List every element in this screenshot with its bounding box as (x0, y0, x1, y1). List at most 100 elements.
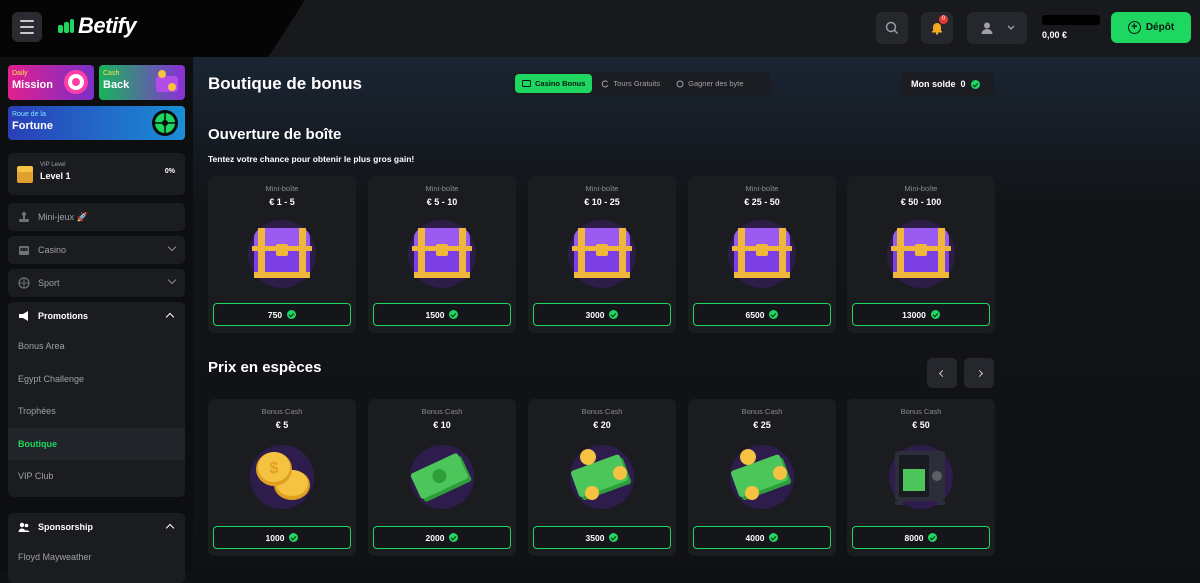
search-icon (885, 21, 898, 34)
treasure-chest-icon (248, 220, 316, 288)
shop-tabs: Casino Bonus Tours Gratuits Gagner des b… (513, 72, 771, 95)
buy-button[interactable]: 3000 (533, 303, 671, 326)
sponsorship-toggle[interactable]: Sponsorship (8, 513, 185, 541)
balance-currency-bar[interactable] (1042, 15, 1100, 25)
chevron-up-icon (165, 523, 175, 533)
buy-button[interactable]: 4000 (693, 526, 831, 549)
sidebar-group-sponsorship: Sponsorship Floyd Mayweather (8, 513, 185, 583)
vip-level-card[interactable]: VIP Level Level 1 0% (8, 153, 185, 195)
wallet-balance: 0,00 € (1042, 30, 1068, 40)
byte-coin-icon (609, 533, 619, 542)
treasure-chest-icon (887, 220, 955, 288)
top-header: Betify 0 0,00 € + Dépôt (0, 0, 1200, 57)
box-card[interactable]: Mini-boîte € 25 - 50 6500 (688, 176, 836, 333)
hamburger-menu-button[interactable] (12, 12, 42, 42)
buy-button[interactable]: 750 (213, 303, 351, 326)
cash-card[interactable]: Bonus Cash € 10 2000 (368, 399, 516, 556)
sidebar-item-sport[interactable]: Sport (8, 269, 185, 297)
sidebar-item-boutique[interactable]: Boutique (8, 427, 185, 460)
target-icon (64, 70, 88, 94)
safe-icon (889, 445, 953, 509)
cash-card[interactable]: Bonus Cash € 20 3500 (528, 399, 676, 556)
refresh-icon (602, 79, 609, 87)
basketball-icon (18, 277, 30, 289)
box-card[interactable]: Mini-boîte € 1 - 5 750 (208, 176, 356, 333)
deposit-button[interactable]: + Dépôt (1111, 12, 1191, 43)
byte-coin-icon (449, 533, 459, 542)
chevron-down-icon (167, 275, 177, 285)
chevron-right-icon (975, 369, 983, 377)
roue-de-la-fortune-card[interactable]: Roue de la Fortune (8, 106, 185, 140)
cash-card[interactable]: Bonus Cash € 50 8000 (847, 399, 995, 556)
sidebar-item-casino[interactable]: Casino (8, 236, 185, 264)
byte-coin-icon (970, 79, 980, 89)
vip-progress-percent: 0% (164, 168, 175, 175)
wallet-icon (156, 70, 178, 92)
treasure-chest-icon (408, 220, 476, 288)
chevron-down-icon (167, 242, 177, 252)
cash-and-coins-icon (570, 445, 634, 509)
notification-badge: 0 (939, 15, 948, 24)
sidebar-item-floyd-mayweather[interactable]: Floyd Mayweather (8, 541, 185, 574)
byte-coin-icon (769, 533, 779, 542)
tab-casino-bonus[interactable]: Casino Bonus (515, 74, 593, 93)
my-balance: Mon solde 0 (901, 72, 994, 96)
notifications-button[interactable]: 0 (921, 12, 953, 44)
carousel-prev-button[interactable] (927, 358, 957, 388)
sidebar-group-promotions: Promotions Bonus Area Egypt Challenge Tr… (8, 302, 185, 497)
sidebar-item-egypt-challenge[interactable]: Egypt Challenge (8, 363, 185, 396)
tab-gagner-des-byte[interactable]: Gagner des byte (669, 74, 750, 93)
logo-mark-icon (58, 19, 74, 33)
byte-coin-icon (928, 533, 938, 542)
slot-machine-icon (19, 246, 29, 255)
betify-logo[interactable]: Betify (58, 13, 137, 39)
sidebar-item-vip-club[interactable]: VIP Club (8, 460, 185, 493)
buy-button[interactable]: 3500 (533, 526, 671, 549)
daily-mission-card[interactable]: Daily Mission (8, 65, 94, 100)
people-icon (18, 522, 30, 532)
byte-coin-icon (289, 533, 299, 542)
box-card[interactable]: Mini-boîte € 5 - 10 1500 (368, 176, 516, 333)
buy-button[interactable]: 6500 (693, 303, 831, 326)
carousel-next-button[interactable] (964, 358, 994, 388)
chevron-down-icon (1007, 25, 1014, 30)
main-content: Boutique de bonus Casino Bonus Tours Gra… (193, 57, 1200, 571)
sidebar-item-trophees[interactable]: Trophées (8, 395, 185, 428)
user-icon (981, 22, 992, 34)
sidebar-item-bonus-area[interactable]: Bonus Area (8, 330, 185, 363)
box-card[interactable]: Mini-boîte € 50 - 100 13000 (847, 176, 995, 333)
cash-bills-icon (410, 445, 474, 509)
promotions-toggle[interactable]: Promotions (8, 302, 185, 330)
ticket-icon (522, 80, 531, 87)
cash-card[interactable]: Bonus Cash € 5 $ 1000 (208, 399, 356, 556)
sidebar-item-mini-jeux[interactable]: Mini-jeux 🚀 (8, 203, 185, 231)
box-card[interactable]: Mini-boîte € 10 - 25 3000 (528, 176, 676, 333)
buy-button[interactable]: 1500 (373, 303, 511, 326)
buy-button[interactable]: 8000 (852, 526, 990, 549)
section-title-boxes: Ouverture de boîte (208, 126, 342, 143)
chevron-left-icon (938, 369, 946, 377)
byte-coin-icon (609, 310, 619, 319)
section-subtitle-boxes: Tentez votre chance pour obtenir le plus… (208, 154, 415, 164)
byte-coin-icon (287, 310, 297, 319)
tab-tours-gratuits[interactable]: Tours Gratuits (594, 74, 667, 93)
buy-button[interactable]: 2000 (373, 526, 511, 549)
search-button[interactable] (876, 12, 908, 44)
coin-icon (676, 80, 684, 87)
treasure-chest-icon (568, 220, 636, 288)
joystick-icon (19, 212, 29, 222)
byte-coin-icon (930, 310, 940, 319)
cash-back-card[interactable]: Cash Back (99, 65, 185, 100)
svg-text:$: $ (270, 460, 279, 477)
cash-card[interactable]: Bonus Cash € 25 4000 (688, 399, 836, 556)
megaphone-icon (19, 311, 28, 321)
buy-button[interactable]: 13000 (852, 303, 990, 326)
buy-button[interactable]: 1000 (213, 526, 351, 549)
treasure-chest-icon (728, 220, 796, 288)
gold-coins-icon: $ (250, 445, 314, 509)
user-menu-button[interactable] (967, 12, 1027, 44)
fortune-wheel-icon (152, 110, 178, 136)
byte-coin-icon (449, 310, 459, 319)
vip-chest-icon (17, 166, 33, 183)
sidebar: Daily Mission Cash Back Roue de la Fortu… (0, 57, 193, 583)
